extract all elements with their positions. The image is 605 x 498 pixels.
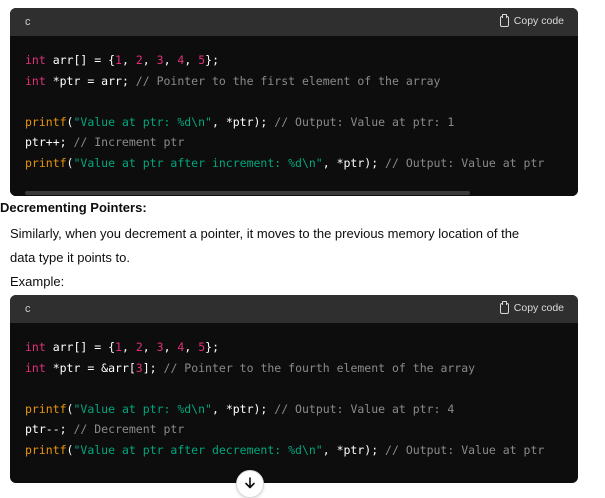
code-token: , bbox=[142, 340, 157, 354]
code-token: printf bbox=[25, 442, 67, 457]
code-token: , bbox=[163, 340, 178, 354]
copy-code-label: Copy code bbox=[513, 302, 564, 314]
code-line: int arr[] = {1, 2, 3, 4, 5}; bbox=[25, 50, 578, 71]
code-line: int arr[] = {1, 2, 3, 4, 5}; bbox=[25, 337, 578, 358]
copy-code-label: Copy code bbox=[513, 15, 564, 27]
code-token: *ptr = arr; bbox=[45, 73, 136, 88]
scrollbar-thumb[interactable] bbox=[25, 191, 470, 195]
code-token: , bbox=[121, 340, 136, 354]
code-token: 1 bbox=[115, 340, 122, 354]
code-token: , bbox=[184, 340, 199, 354]
code-token: , bbox=[184, 53, 199, 67]
code-token: , bbox=[121, 53, 136, 67]
code-token: ptr--; bbox=[25, 422, 74, 436]
code-block-decrement: c Copy code int arr[] = {1, 2, 3, 4, 5};… bbox=[10, 295, 578, 483]
code-token: // Output: Value at ptr bbox=[385, 155, 545, 170]
code-token: , *ptr); bbox=[322, 442, 386, 457]
code-block-header: c Copy code bbox=[10, 8, 578, 36]
paragraph-line-1: Similarly, when you decrement a pointer,… bbox=[10, 226, 520, 241]
code-token: "Value at ptr: %d\n" bbox=[73, 114, 212, 129]
horizontal-scrollbar[interactable] bbox=[10, 190, 578, 196]
code-token: 1 bbox=[115, 53, 122, 67]
code-language-label: c bbox=[25, 303, 31, 315]
code-line: printf("Value at ptr after decrement: %d… bbox=[25, 440, 578, 461]
arrow-down-icon bbox=[245, 477, 255, 489]
code-token: arr[] = { bbox=[45, 53, 116, 67]
code-token: 2 bbox=[135, 53, 143, 67]
code-token: int bbox=[25, 73, 46, 88]
code-content: int arr[] = {1, 2, 3, 4, 5}; int *ptr = a… bbox=[10, 36, 578, 173]
code-line: ptr--; // Decrement ptr bbox=[25, 419, 578, 440]
code-token: "Value at ptr: %d\n" bbox=[73, 401, 212, 416]
code-token: arr[] = { bbox=[45, 340, 116, 354]
code-token: 3 bbox=[156, 53, 164, 67]
copy-code-button[interactable]: Copy code bbox=[499, 300, 564, 314]
code-token: , *ptr); bbox=[211, 401, 275, 416]
code-token: printf bbox=[25, 401, 67, 416]
example-label: Example: bbox=[10, 274, 65, 289]
code-line: int *ptr = &arr[3]; // Pointer to the fo… bbox=[25, 358, 578, 379]
code-token: , *ptr); bbox=[211, 114, 275, 129]
code-token: 3 bbox=[135, 360, 143, 375]
code-token: "Value at ptr after increment: %d\n" bbox=[73, 155, 323, 170]
code-token: "Value at ptr after decrement: %d\n" bbox=[73, 442, 323, 457]
code-token: ]; bbox=[142, 360, 164, 375]
code-token: }; bbox=[205, 340, 220, 354]
code-token: }; bbox=[205, 53, 220, 67]
scroll-to-bottom-button[interactable] bbox=[236, 470, 264, 498]
code-token: // Increment ptr bbox=[73, 135, 185, 149]
code-token: // Pointer to the fourth element of the … bbox=[163, 360, 476, 375]
code-token: int bbox=[25, 340, 46, 354]
code-line: int *ptr = arr; // Pointer to the first … bbox=[25, 71, 578, 92]
code-line: printf("Value at ptr: %d\n", *ptr); // O… bbox=[25, 399, 578, 420]
code-token: // Decrement ptr bbox=[73, 422, 185, 436]
code-language-label: c bbox=[25, 16, 31, 28]
code-block-increment: c Copy code int arr[] = {1, 2, 3, 4, 5};… bbox=[10, 8, 578, 196]
clipboard-icon bbox=[499, 13, 509, 27]
code-token: , bbox=[142, 53, 157, 67]
code-token: , bbox=[163, 53, 178, 67]
code-token: printf bbox=[25, 114, 67, 129]
section-heading: Decrementing Pointers: bbox=[0, 200, 147, 215]
code-token: // Output: Value at ptr: 4 bbox=[274, 401, 455, 416]
code-content: int arr[] = {1, 2, 3, 4, 5}; int *ptr = &… bbox=[10, 323, 578, 460]
code-token: ptr++; bbox=[25, 135, 74, 149]
code-line: ptr++; // Increment ptr bbox=[25, 132, 578, 153]
code-token: int bbox=[25, 53, 46, 67]
code-token: // Pointer to the first element of the a… bbox=[135, 73, 441, 88]
paragraph-line-2: data type it points to. bbox=[10, 250, 130, 265]
code-token: *ptr = &arr[ bbox=[45, 360, 136, 375]
code-token: 2 bbox=[135, 340, 143, 354]
clipboard-icon bbox=[499, 300, 509, 314]
code-token: int bbox=[25, 360, 46, 375]
code-block-header: c Copy code bbox=[10, 295, 578, 323]
code-token: // Output: Value at ptr bbox=[385, 442, 545, 457]
code-token: , *ptr); bbox=[322, 155, 386, 170]
code-line: printf("Value at ptr: %d\n", *ptr); // O… bbox=[25, 112, 578, 133]
code-token: 3 bbox=[156, 340, 164, 354]
code-line: printf("Value at ptr after increment: %d… bbox=[25, 153, 578, 174]
code-token: // Output: Value at ptr: 1 bbox=[274, 114, 455, 129]
code-token: printf bbox=[25, 155, 67, 170]
copy-code-button[interactable]: Copy code bbox=[499, 13, 564, 27]
